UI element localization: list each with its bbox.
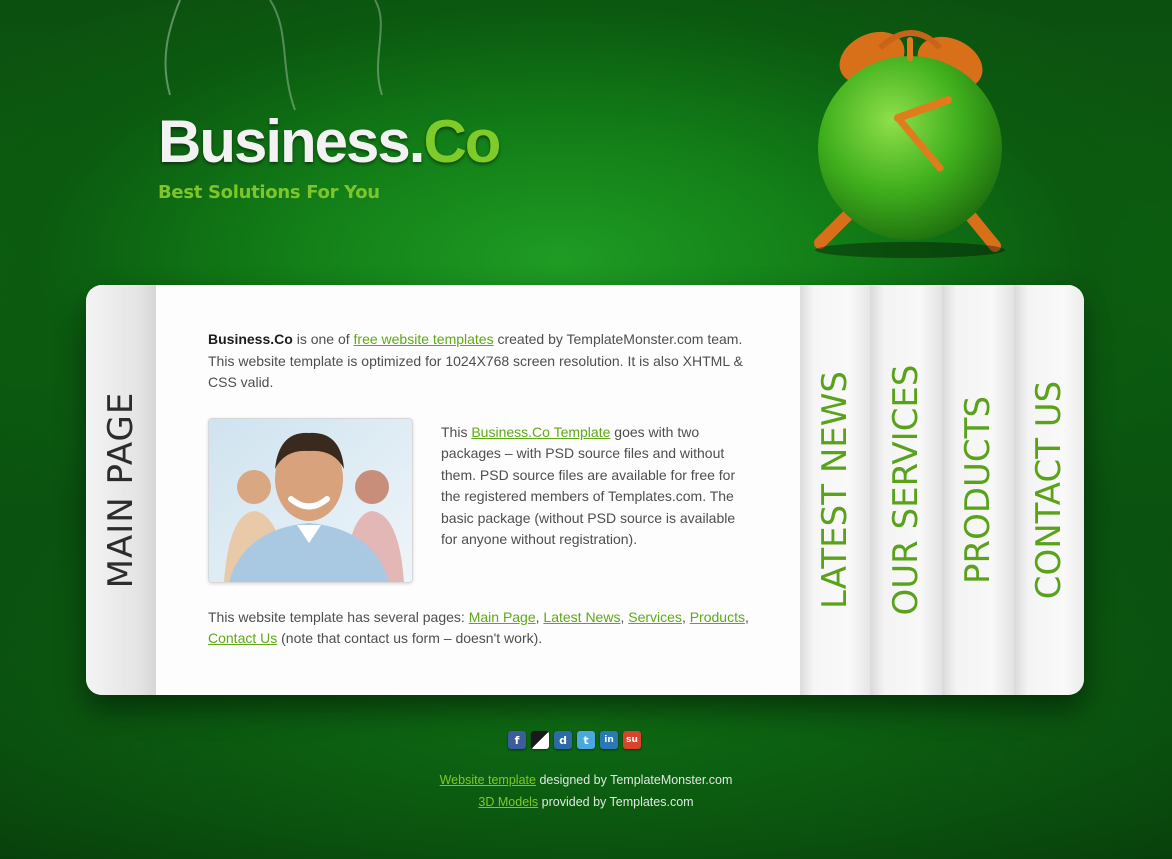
main-page-label: MAIN PAGE	[101, 391, 141, 589]
main-content: Business.Co is one of free website templ…	[208, 329, 753, 650]
content-panel: MAIN PAGE Business.Co is one of free web…	[86, 285, 1084, 695]
link-services[interactable]: Services	[628, 609, 682, 625]
linkedin-icon[interactable]: in	[600, 731, 618, 749]
stumbleupon-icon[interactable]: su	[623, 731, 641, 749]
nav-latest-news-label: LATEST NEWS	[815, 371, 855, 609]
separator: ,	[681, 608, 690, 625]
intro-paragraph: Business.Co is one of free website templ…	[208, 329, 753, 394]
social-icons: f d t in su	[508, 731, 641, 749]
facebook-icon[interactable]: f	[508, 731, 526, 749]
digg-icon[interactable]: d	[554, 731, 572, 749]
nav-products-label: PRODUCTS	[958, 395, 998, 585]
pages-text-1: This website template has several pages:	[208, 608, 469, 625]
pages-text-2: (note that contact us form – doesn't wor…	[277, 630, 543, 646]
twitter-icon[interactable]: t	[577, 731, 595, 749]
link-contact-us[interactable]: Contact Us	[208, 630, 277, 646]
delicious-icon[interactable]	[531, 731, 549, 749]
logo-main: Business.	[158, 108, 425, 175]
nav-products[interactable]: PRODUCTS	[942, 285, 1014, 695]
link-products[interactable]: Products	[690, 609, 745, 625]
logo-title: Business.Co	[158, 112, 501, 172]
footer-text-2: provided by Templates.com	[538, 795, 694, 809]
link-latest-news[interactable]: Latest News	[543, 609, 620, 625]
link-main-page[interactable]: Main Page	[469, 609, 536, 625]
footer-line-1: Website template designed by TemplateMon…	[0, 769, 1172, 791]
footer-line-2: 3D Models provided by Templates.com	[0, 791, 1172, 813]
intro-text-1: is one of	[292, 331, 354, 347]
nav-our-services-label: OUR SERVICES	[886, 364, 926, 616]
free-templates-link[interactable]: free website templates	[354, 331, 494, 347]
footer: Website template designed by TemplateMon…	[0, 769, 1172, 813]
slogan: Best Solutions For You	[158, 182, 380, 203]
main-page-tab[interactable]: MAIN PAGE	[86, 285, 156, 695]
nav-our-services[interactable]: OUR SERVICES	[870, 285, 942, 695]
site-logo[interactable]: Business.Co Best Solutions For You	[158, 112, 501, 204]
website-template-link[interactable]: Website template	[440, 773, 536, 787]
brand-name: Business.Co	[208, 331, 293, 347]
pages-paragraph: This website template has several pages:…	[208, 607, 753, 650]
template-paragraph: This Business.Co Template goes with two …	[441, 418, 753, 583]
photo-illustration	[209, 418, 412, 582]
3d-models-link[interactable]: 3D Models	[478, 795, 538, 809]
nav-contact-us-label: CONTACT US	[1029, 380, 1069, 600]
smoke-decoration	[164, 0, 383, 111]
nav-latest-news[interactable]: LATEST NEWS	[800, 285, 870, 695]
business-man-photo	[208, 417, 413, 583]
logo-accent: Co	[423, 108, 501, 175]
separator: ,	[744, 608, 749, 625]
photo-row: This Business.Co Template goes with two …	[208, 417, 753, 583]
template-text-2: goes with two packages – with PSD source…	[441, 423, 736, 548]
template-text-1: This	[441, 423, 472, 440]
footer-text-1: designed by TemplateMonster.com	[535, 773, 733, 787]
nav-contact-us[interactable]: CONTACT US	[1014, 285, 1084, 695]
business-template-link[interactable]: Business.Co Template	[471, 424, 610, 440]
alarm-clock-illustration	[814, 30, 1005, 258]
